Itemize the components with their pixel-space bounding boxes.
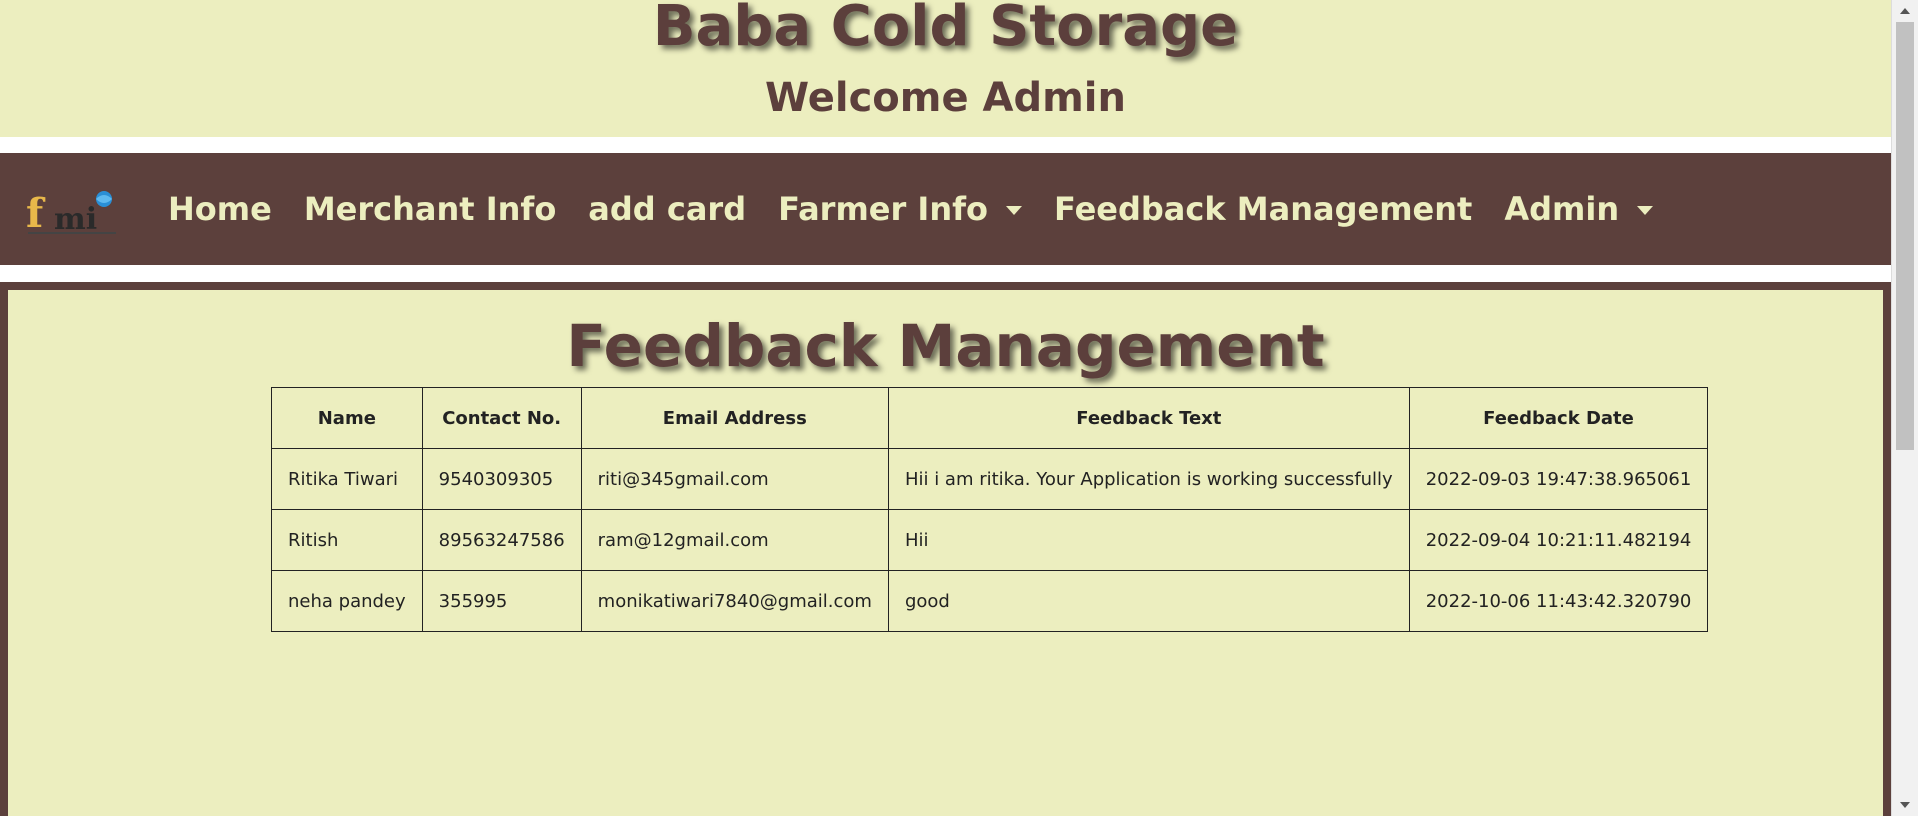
column-header-email: Email Address	[580, 387, 889, 449]
nav-list: Home Merchant Info add card Farmer Info …	[168, 153, 1685, 265]
fmi-logo[interactable]: f mi	[24, 189, 120, 237]
cell-name: Ritika Tiwari	[271, 448, 423, 510]
nav-admin-dropdown[interactable]: Admin	[1504, 190, 1654, 228]
cell-feedback-date: 2022-09-04 10:21:11.482194	[1408, 509, 1709, 571]
content-panel: Feedback Management Name Contact No. Ema…	[8, 290, 1883, 816]
nav-admin-label: Admin	[1504, 190, 1620, 228]
content-frame: Feedback Management Name Contact No. Ema…	[0, 282, 1891, 816]
cell-feedback-date: 2022-10-06 11:43:42.320790	[1408, 570, 1709, 632]
site-title: Baba Cold Storage	[652, 0, 1239, 59]
nav-farmer-info-label: Farmer Info	[778, 190, 989, 228]
nav-feedback-management[interactable]: Feedback Management	[1054, 190, 1472, 228]
nav-add-card[interactable]: add card	[588, 190, 746, 228]
cell-name: Ritish	[271, 509, 423, 571]
nav-home[interactable]: Home	[168, 190, 272, 228]
logo-letter-f: f	[26, 190, 46, 237]
column-header-name: Name	[271, 387, 423, 449]
nav-merchant-info[interactable]: Merchant Info	[304, 190, 556, 228]
vertical-scrollbar[interactable]	[1891, 0, 1918, 816]
welcome-message: Welcome Admin	[765, 75, 1126, 121]
cell-contact: 9540309305	[421, 448, 582, 510]
nav-add-card-label: add card	[588, 190, 747, 228]
table-header-row: Name Contact No. Email Address Feedback …	[271, 387, 1709, 449]
page: Baba Cold Storage Welcome Admin f mi Hom…	[0, 0, 1918, 816]
nav-merchant-info-label: Merchant Info	[303, 190, 557, 228]
main-area: Baba Cold Storage Welcome Admin f mi Hom…	[0, 0, 1891, 816]
cell-feedback-text: Hii	[887, 509, 1410, 571]
cell-contact: 89563247586	[421, 509, 582, 571]
cell-name: neha pandey	[271, 570, 423, 632]
cell-email: riti@345gmail.com	[580, 448, 889, 510]
nav-home-label: Home	[168, 190, 272, 228]
logo-letters-mi: mi	[54, 202, 97, 237]
cell-feedback-text: Hii i am ritika. Your Application is wor…	[887, 448, 1410, 510]
scrollbar-thumb[interactable]	[1896, 22, 1914, 450]
scroll-up-arrow-icon[interactable]	[1900, 8, 1910, 14]
table-row: Ritish 89563247586 ram@12gmail.com Hii 2…	[271, 509, 1709, 571]
column-header-feedback-text: Feedback Text	[887, 387, 1410, 449]
cell-feedback-date: 2022-09-03 19:47:38.965061	[1408, 448, 1709, 510]
navbar: f mi Home Merchant Info add card Farmer …	[0, 153, 1891, 265]
page-title: Feedback Management	[566, 312, 1325, 380]
scroll-down-arrow-icon[interactable]	[1900, 802, 1910, 808]
caret-down-icon	[1637, 205, 1654, 215]
cell-contact: 355995	[421, 570, 582, 632]
table-row: Ritika Tiwari 9540309305 riti@345gmail.c…	[271, 448, 1709, 510]
column-header-feedback-date: Feedback Date	[1408, 387, 1709, 449]
table-row: neha pandey 355995 monikatiwari7840@gmai…	[271, 570, 1709, 632]
cell-email: monikatiwari7840@gmail.com	[580, 570, 889, 632]
column-header-contact: Contact No.	[421, 387, 582, 449]
cell-email: ram@12gmail.com	[580, 509, 889, 571]
caret-down-icon	[1006, 205, 1023, 215]
cell-feedback-text: good	[887, 570, 1410, 632]
site-header: Baba Cold Storage Welcome Admin	[0, 0, 1891, 137]
nav-feedback-management-label: Feedback Management	[1054, 190, 1473, 228]
nav-farmer-info-dropdown[interactable]: Farmer Info	[778, 190, 1023, 228]
feedback-table: Name Contact No. Email Address Feedback …	[271, 387, 1709, 632]
